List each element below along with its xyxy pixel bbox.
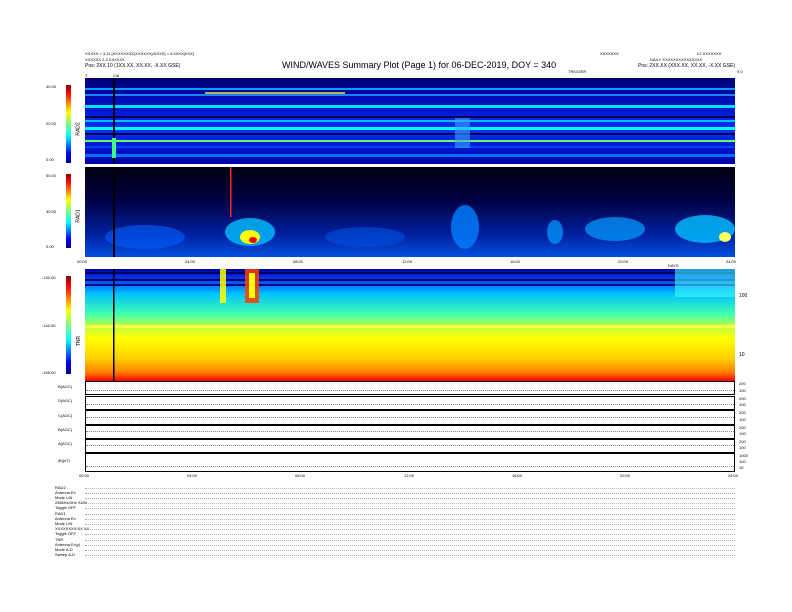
tnr-spectrogram-svg (85, 269, 735, 381)
header-right-line3: Pos: 2XX.XX (XXX.XX, XX.XX, -X.XX GSE) (638, 63, 735, 69)
rad1-time-tick-5: 20:00 (618, 259, 629, 264)
rad1-time-tick-4: 16:00 (510, 259, 521, 264)
rad1-axis-label: RAD1 (75, 209, 82, 223)
header-right-line2: DAILY XXXXXXXXXXXXXXX (650, 57, 703, 62)
tnr-right-tick-10: 10 (739, 352, 745, 358)
rad2-tick-mid: 20.00 (46, 121, 57, 126)
info-rad2-4: Toggle OFF (55, 505, 76, 511)
info-dots-7 (85, 519, 735, 521)
rad1-time-tick-0: 00:00 (77, 259, 88, 264)
agc-panel-3 (85, 410, 735, 425)
page-title: WIND/WAVES Summary Plot (Page 1) for 06-… (282, 60, 557, 70)
line-panel-6-right-a: 1000 (739, 453, 748, 458)
rad2-tick-bottom: 0.00 (46, 157, 54, 162)
info-dots-14 (85, 555, 735, 557)
header-left-line1: XXXXX = 3.11 [XXXXXXXX(XXXXXX)/XXXX] = 4… (85, 51, 194, 56)
agc-panel-2 (85, 396, 735, 410)
line-panel-5-right-hi: 200 (739, 439, 746, 444)
rad1-time-tick-3: 12:00 (402, 259, 413, 264)
corner-right: 9.0 (737, 69, 743, 74)
bottom-time-tick-3: 12:00 (404, 473, 415, 478)
bottom-time-tick-2: 08:00 (295, 473, 306, 478)
rad1-tick-mid: 30.00 (46, 209, 57, 214)
info-dots-13 (85, 550, 735, 552)
rad2-spectrogram-svg (85, 78, 735, 164)
info-dots-10 (85, 534, 735, 536)
agc-panel-4 (85, 425, 735, 439)
rad2-colorbar (66, 85, 71, 163)
line-panel-2-right-hi: 200 (739, 396, 746, 401)
tnr-axis-label: TNR (76, 335, 83, 347)
info-dots-12 (85, 545, 735, 547)
info-dots-4 (85, 503, 735, 505)
line-panel-4-right-lo: 100 (739, 431, 746, 436)
line-panel-label-3: C(AGC) (58, 413, 73, 418)
info-dots-2 (85, 493, 735, 495)
rad2-tick-top: 40.00 (46, 84, 57, 89)
info-rad2: RAD2 Antenna Ex Mode LIN 256kHz/3Hz SUM … (55, 485, 87, 510)
tnr-spectrogram (85, 269, 735, 381)
rad1-time-tick-2: 08:00 (293, 259, 304, 264)
line-panel-1-right-lo: 100 (739, 388, 746, 393)
header-left-line2: XXXXXX 2.3.XXXXXX (85, 57, 125, 62)
line-panel-label-1: B(AGC) (58, 384, 72, 389)
rad2-spectrogram (85, 78, 735, 164)
bottom-time-tick-0: 00:00 (79, 473, 90, 478)
line-panel-label-4: B(AGC) (58, 427, 72, 432)
info-tnr-3: Sweep A-D (55, 552, 76, 558)
agc-panel-1 (85, 381, 735, 395)
line-panel-label-5: A(AGC) (58, 441, 72, 446)
line-panel-3-right-lo: 100 (739, 417, 746, 422)
line-panel-6-right-c: 10 (739, 465, 744, 470)
info-dots-5 (85, 508, 735, 510)
info-dots-11 (85, 540, 735, 542)
line-panel-label-6: |B|(nT) (58, 458, 71, 463)
line-panel-2-right-lo: 100 (739, 402, 746, 407)
line-panel-6-right-b: 100 (739, 459, 746, 464)
header-right-line1: XXXXXXX (600, 51, 619, 56)
rad1-tick-bottom: 0.00 (46, 244, 54, 249)
bfield-panel (85, 453, 735, 472)
tnr-right-label: DAYS (668, 263, 679, 268)
bottom-time-tick-6: 24:00 (728, 473, 739, 478)
info-dots-8 (85, 524, 735, 526)
line-panel-4-right-hi: 200 (739, 425, 746, 430)
info-dots-6 (85, 514, 735, 516)
rad1-time-tick-1: 04:00 (185, 259, 196, 264)
header-left-line3: Pos: 2XX.10 (1XX.XX, XX.XX, -X.XX GSE) (85, 63, 181, 69)
bottom-time-tick-5: 20:00 (620, 473, 631, 478)
info-dots-3 (85, 498, 735, 500)
rad2-axis-label: RAD2 (75, 122, 82, 136)
bottom-time-tick-1: 04:00 (187, 473, 198, 478)
info-tnr: TNR Antenna Ex(y) Mode A-D Sweep A-D (55, 537, 80, 557)
line-panel-3-right-hi: 200 (739, 410, 746, 415)
rad1-spectrogram-svg (85, 167, 735, 257)
tnr-tick-top: -130.00 (42, 275, 56, 280)
tnr-right-tick-100: 100 (739, 293, 748, 299)
tnr-colorbar (66, 276, 71, 374)
rad1-spectrogram (85, 167, 735, 257)
tnr-tick-bottom: -155.00 (42, 370, 56, 375)
rad1-tick-top: 50.00 (46, 173, 57, 178)
line-panel-5-right-lo: 100 (739, 445, 746, 450)
info-dots-9 (85, 529, 735, 531)
header-right-line1b: L2 XXXXXXX (697, 51, 722, 56)
rad1-colorbar (66, 174, 71, 248)
agc-panel-5 (85, 439, 735, 453)
info-dots-1 (85, 488, 735, 490)
rad1-time-tick-6: 24:00 (726, 259, 737, 264)
line-panel-label-2: D(AGC) (58, 398, 73, 403)
line-panel-1-right-hi: 200 (739, 381, 746, 386)
tnr-tick-mid: -142.50 (42, 323, 56, 328)
bottom-time-tick-4: 16:00 (512, 473, 523, 478)
trigger-label: TRIGGER (568, 69, 587, 74)
